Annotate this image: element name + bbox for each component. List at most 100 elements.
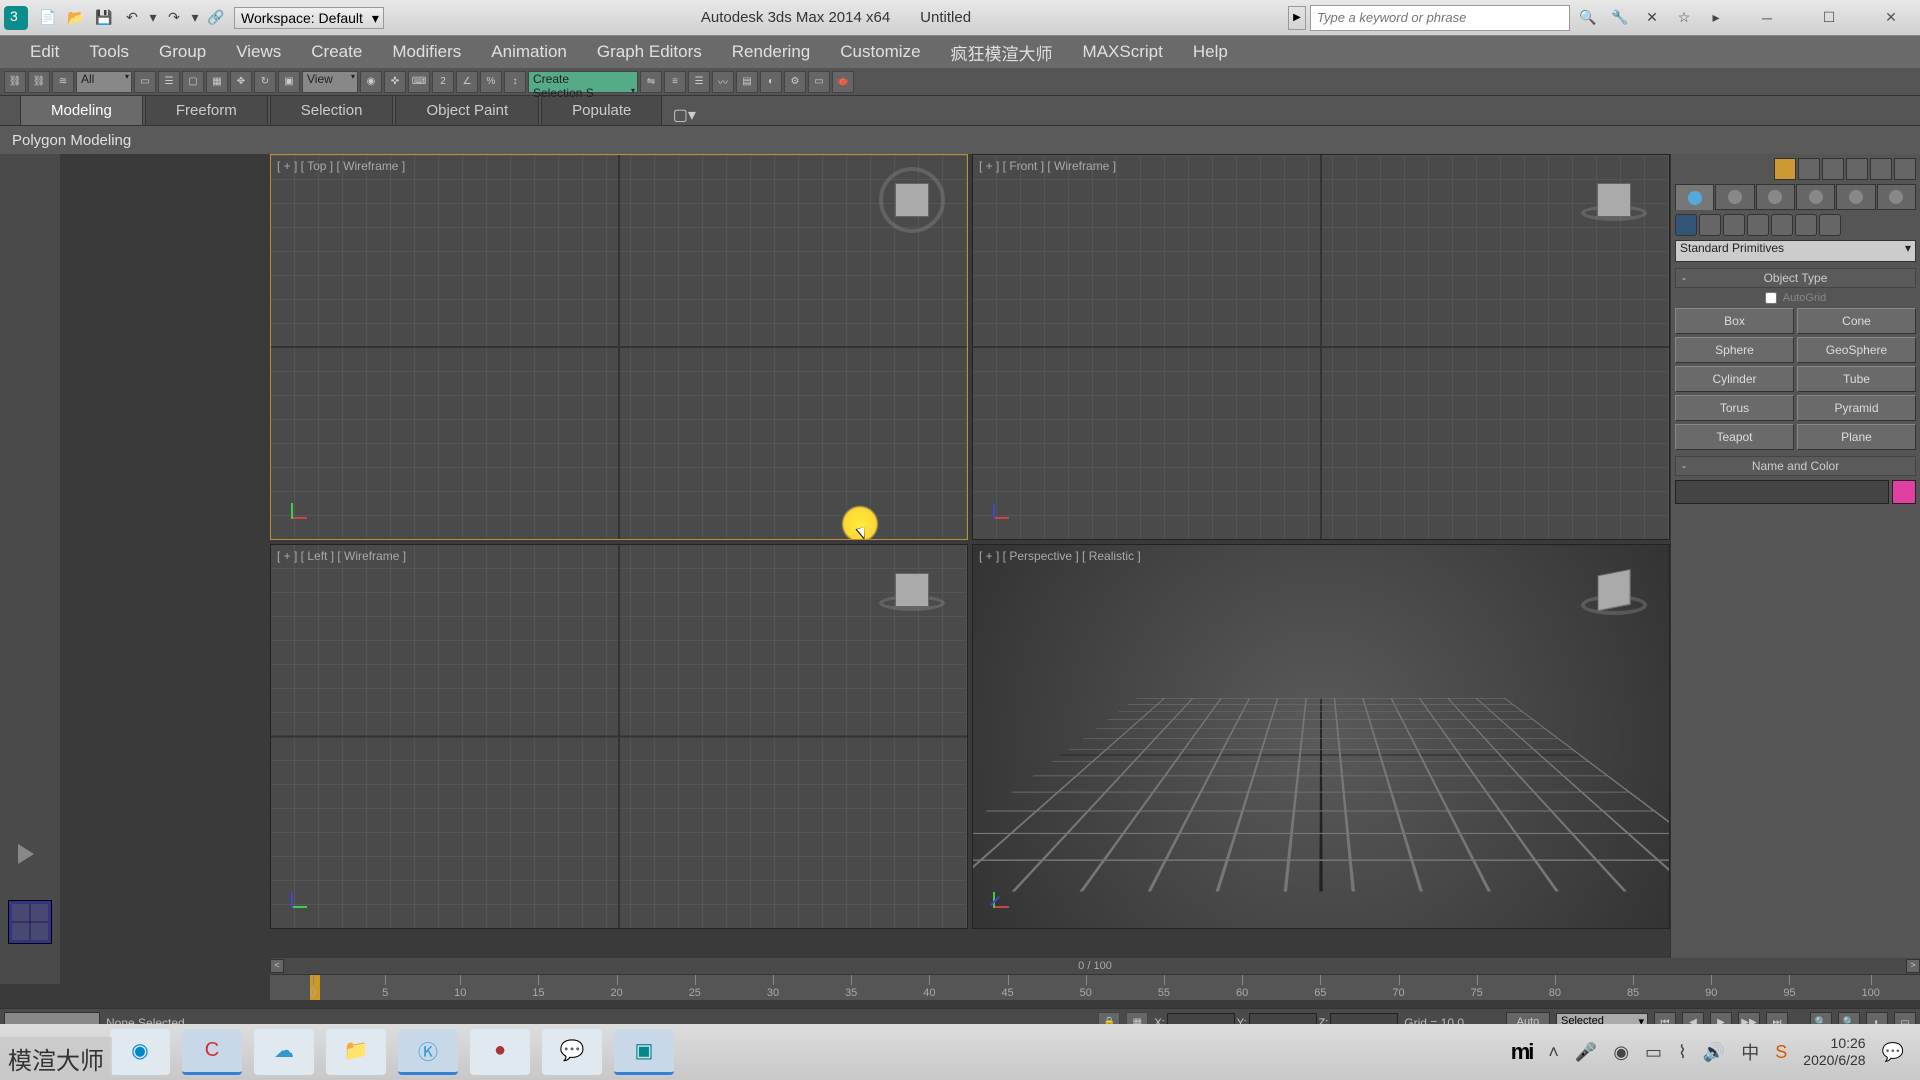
menu-group[interactable]: Group — [159, 42, 206, 62]
infocenter-toggle-icon[interactable]: ▶ — [1288, 6, 1306, 30]
menu-tools[interactable]: Tools — [89, 42, 129, 62]
exchange-icon[interactable]: ✕ — [1640, 6, 1664, 30]
pyramid-button[interactable]: Pyramid — [1797, 395, 1916, 421]
cone-button[interactable]: Cone — [1797, 308, 1916, 334]
torus-button[interactable]: Torus — [1675, 395, 1794, 421]
systems-subtab[interactable] — [1819, 214, 1841, 236]
redo-icon[interactable]: ↷ — [162, 6, 186, 30]
viewport-top-label[interactable]: [ + ] [ Top ] [ Wireframe ] — [277, 159, 405, 173]
menu-grapheditors[interactable]: Graph Editors — [597, 42, 702, 62]
select-rotate-icon[interactable]: ↻ — [254, 71, 276, 93]
snap-angle-icon[interactable]: ∠ — [456, 71, 478, 93]
unlink-icon[interactable]: ⛓ — [28, 71, 50, 93]
render-frame-icon[interactable]: ▭ — [808, 71, 830, 93]
category-dropdown[interactable]: Standard Primitives — [1675, 240, 1916, 262]
frame-prev-icon[interactable]: < — [270, 959, 284, 973]
curve-editor-icon[interactable]: 〰 — [712, 71, 734, 93]
tray-location-icon[interactable]: ◉ — [1613, 1042, 1629, 1063]
autogrid-checkbox[interactable] — [1765, 292, 1777, 304]
taskbar-app2-icon[interactable]: ☁ — [254, 1029, 314, 1075]
link-icon[interactable]: 🔗 — [204, 6, 228, 30]
schematic-icon[interactable]: ▤ — [736, 71, 758, 93]
minimize-button[interactable]: ─ — [1742, 8, 1792, 28]
namecolor-rollout[interactable]: Name and Color — [1675, 456, 1916, 476]
menu-maxscript[interactable]: MAXScript — [1083, 42, 1163, 62]
named-selection-dropdown[interactable]: Create Selection S — [528, 71, 638, 93]
ribbon-tab-populate[interactable]: Populate — [541, 95, 662, 125]
box-button[interactable]: Box — [1675, 308, 1794, 334]
tube-button[interactable]: Tube — [1797, 366, 1916, 392]
cameras-subtab[interactable] — [1747, 214, 1769, 236]
selection-filter-dropdown[interactable]: All — [76, 71, 132, 93]
plane-button[interactable]: Plane — [1797, 424, 1916, 450]
taskbar-app4-icon[interactable]: ● — [470, 1029, 530, 1075]
material-editor-icon[interactable]: ◐ — [760, 71, 782, 93]
tray-chevron-icon[interactable]: ˄ — [1548, 1042, 1559, 1063]
keyboard-shortcut-icon[interactable]: ⌨ — [408, 71, 430, 93]
favorites-icon[interactable]: ☆ — [1672, 6, 1696, 30]
cp-icon-4[interactable] — [1846, 158, 1868, 180]
render-icon[interactable]: 🫖 — [832, 71, 854, 93]
menu-views[interactable]: Views — [236, 42, 281, 62]
search-icon[interactable]: 🔍 — [1576, 6, 1600, 30]
viewport-left-label[interactable]: [ + ] [ Left ] [ Wireframe ] — [277, 549, 406, 563]
select-link-icon[interactable]: ⛓ — [4, 71, 26, 93]
taskbar-3dsmax-icon[interactable]: ▣ — [614, 1029, 674, 1075]
taskbar-app1-icon[interactable]: C — [182, 1029, 242, 1075]
cp-icon-3[interactable] — [1822, 158, 1844, 180]
select-name-icon[interactable]: ☰ — [158, 71, 180, 93]
taskbar-wechat-icon[interactable]: 💬 — [542, 1029, 602, 1075]
tray-sogou-icon[interactable]: S — [1775, 1042, 1787, 1063]
objecttype-rollout[interactable]: Object Type — [1675, 268, 1916, 288]
snap-2d-icon[interactable]: 2 — [432, 71, 454, 93]
pivot-center-icon[interactable]: ◉ — [360, 71, 382, 93]
spacewarps-subtab[interactable] — [1795, 214, 1817, 236]
select-move-icon[interactable]: ✥ — [230, 71, 252, 93]
frame-slider[interactable]: < 0 / 100 > — [270, 958, 1920, 974]
workspace-dropdown[interactable]: Workspace: Default — [234, 7, 384, 29]
tray-mic-icon[interactable]: 🎤 — [1575, 1042, 1597, 1063]
viewcube-left[interactable] — [887, 565, 937, 615]
viewport-persp-label[interactable]: [ + ] [ Perspective ] [ Realistic ] — [979, 549, 1141, 563]
frame-next-icon[interactable]: > — [1906, 959, 1920, 973]
redo-dd-icon[interactable]: ▾ — [190, 6, 200, 30]
ribbon-expand-icon[interactable]: ▢▾ — [664, 105, 704, 125]
cp-icon-2[interactable] — [1798, 158, 1820, 180]
viewport-front-label[interactable]: [ + ] [ Front ] [ Wireframe ] — [979, 159, 1116, 173]
cylinder-button[interactable]: Cylinder — [1675, 366, 1794, 392]
tray-volume-icon[interactable]: 🔊 — [1703, 1042, 1725, 1063]
viewcube-persp[interactable] — [1589, 565, 1639, 615]
new-icon[interactable]: 📄 — [36, 6, 60, 30]
lights-subtab[interactable] — [1723, 214, 1745, 236]
teapot-button[interactable]: Teapot — [1675, 424, 1794, 450]
snap-percent-icon[interactable]: % — [480, 71, 502, 93]
select-region-icon[interactable]: ▢ — [182, 71, 204, 93]
cp-icon-5[interactable] — [1870, 158, 1892, 180]
helpers-subtab[interactable] — [1771, 214, 1793, 236]
time-ruler[interactable]: 0510152025303540455055606570758085909510… — [270, 974, 1920, 1000]
viewcube-front[interactable] — [1589, 175, 1639, 225]
spinner-snap-icon[interactable]: ↕ — [504, 71, 526, 93]
viewport-layout-icon[interactable] — [8, 900, 52, 944]
refcoord-dropdown[interactable]: View — [302, 71, 358, 93]
ribbon-tab-objectpaint[interactable]: Object Paint — [395, 95, 539, 125]
ribbon-tab-modeling[interactable]: Modeling — [20, 95, 143, 125]
viewport-front[interactable]: [ + ] [ Front ] [ Wireframe ] — [972, 154, 1670, 540]
shapes-subtab[interactable] — [1699, 214, 1721, 236]
taskbar-app3-icon[interactable]: Ⓚ — [398, 1029, 458, 1075]
menu-plugin[interactable]: 疯狂模渲大师 — [951, 40, 1053, 65]
menu-create[interactable]: Create — [311, 42, 362, 62]
save-icon[interactable]: 💾 — [92, 6, 116, 30]
select-object-icon[interactable]: ▭ — [134, 71, 156, 93]
maximize-button[interactable]: ☐ — [1804, 8, 1854, 28]
notification-icon[interactable]: 💬 — [1882, 1042, 1904, 1063]
scene-explorer-toggle-icon[interactable] — [18, 844, 34, 864]
taskbar-clock[interactable]: 10:26 2020/6/28 — [1803, 1035, 1865, 1069]
geometry-subtab[interactable] — [1675, 214, 1697, 236]
subscription-icon[interactable]: 🔧 — [1608, 6, 1632, 30]
menu-edit[interactable]: Edit — [30, 42, 59, 62]
viewcube-top[interactable] — [887, 175, 937, 225]
motion-tab[interactable] — [1796, 184, 1835, 210]
window-crossing-icon[interactable]: ▦ — [206, 71, 228, 93]
taskbar-explorer-icon[interactable]: 📁 — [326, 1029, 386, 1075]
